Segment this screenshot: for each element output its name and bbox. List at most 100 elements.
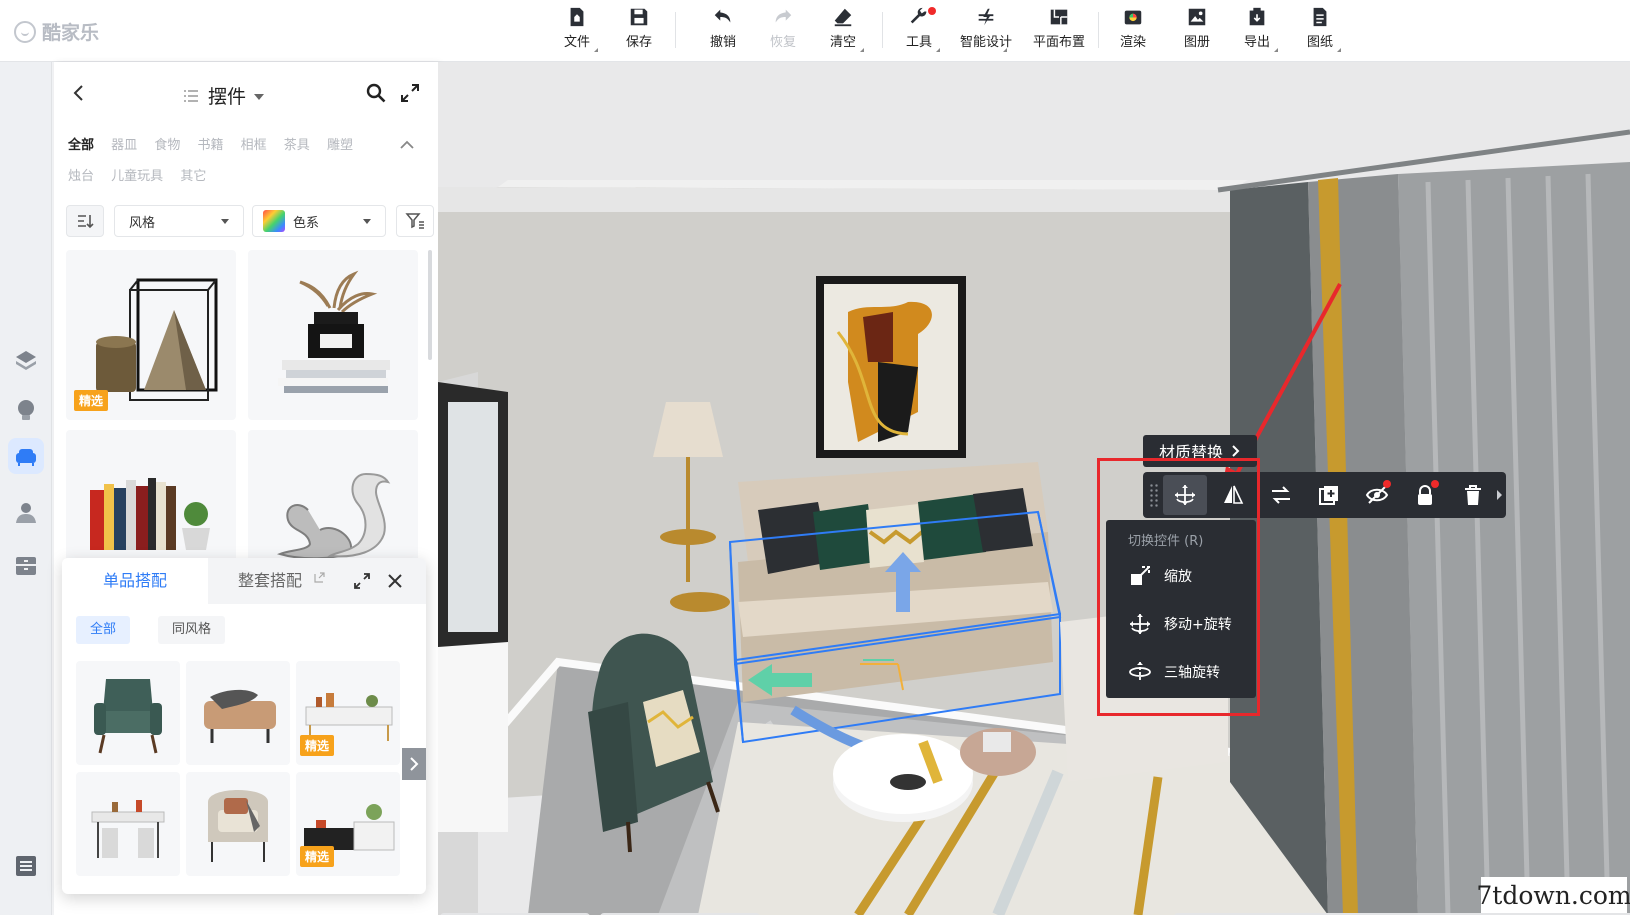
- site-watermark: 7tdown.com: [1476, 877, 1630, 913]
- top-toolbar: 酷家乐 文件 保存 撤销 恢复 清空 工具 智能设计 平面布置 渲染 图册 导出…: [0, 0, 1630, 62]
- mirror-button[interactable]: [1211, 475, 1255, 515]
- tab-single-match[interactable]: 单品搭配: [62, 558, 208, 604]
- smart-design-button[interactable]: 智能设计: [955, 6, 1017, 56]
- export-icon: [1249, 7, 1265, 26]
- match-card[interactable]: [76, 661, 180, 765]
- material-replace-label: 材质替换: [1158, 443, 1223, 462]
- matching-popup: 单品搭配 整套搭配 全部 同风格 精选 精选: [62, 558, 426, 894]
- category-item[interactable]: 雕塑: [327, 130, 353, 161]
- drag-handle-icon[interactable]: [1149, 483, 1159, 507]
- toolbar-separator: [882, 12, 883, 48]
- expand-icon[interactable]: [399, 82, 421, 104]
- lock-button[interactable]: [1403, 475, 1447, 515]
- clear-button[interactable]: 清空: [812, 6, 874, 56]
- category-item[interactable]: 儿童玩具: [111, 161, 163, 192]
- chevron-up-icon[interactable]: [398, 136, 416, 154]
- match-card[interactable]: 精选: [296, 772, 400, 876]
- category-item[interactable]: 相框: [241, 130, 267, 161]
- list-icon: [184, 89, 198, 102]
- chip-all[interactable]: 全部: [76, 616, 131, 644]
- search-icon[interactable]: [365, 82, 387, 104]
- redo-label: 恢复: [769, 35, 796, 50]
- floor-plan-button[interactable]: 平面布置: [1028, 6, 1090, 56]
- bulb-icon: [18, 400, 34, 420]
- rail-item-lighting[interactable]: [8, 392, 44, 428]
- undo-button[interactable]: 撤销: [692, 6, 754, 56]
- duplicate-button[interactable]: [1307, 475, 1351, 515]
- chevron-down-icon: [363, 219, 371, 224]
- color-swatch-icon: [263, 210, 285, 232]
- category-item-all[interactable]: 全部: [68, 130, 94, 161]
- smart-design-more-indicator: [1003, 48, 1007, 52]
- chip-same-style[interactable]: 同风格: [158, 616, 226, 644]
- rail-item-cabinet[interactable]: [8, 548, 44, 584]
- control-option-scale[interactable]: 缩放: [1128, 556, 1258, 596]
- match-card[interactable]: [76, 772, 180, 876]
- close-icon[interactable]: [386, 572, 404, 590]
- save-button[interactable]: 保存: [608, 6, 670, 56]
- replace-button[interactable]: [1259, 475, 1303, 515]
- advanced-filter-button[interactable]: [396, 205, 434, 237]
- match-card[interactable]: [186, 772, 290, 876]
- match-card[interactable]: 精选: [296, 661, 400, 765]
- color-select[interactable]: 色系: [252, 205, 386, 237]
- control-option-three-axis-rotate-label: 三轴旋转: [1164, 665, 1220, 681]
- undo-label: 撤销: [709, 35, 736, 50]
- control-option-move-rotate[interactable]: 移动+旋转: [1128, 604, 1258, 644]
- category-item[interactable]: 烛台: [68, 161, 94, 192]
- rail-item-people[interactable]: [8, 494, 44, 530]
- next-page-button[interactable]: [402, 748, 426, 780]
- match-card[interactable]: [186, 661, 290, 765]
- app-logo[interactable]: 酷家乐: [14, 18, 99, 45]
- expand-icon[interactable]: [353, 572, 371, 590]
- redo-button[interactable]: 恢复: [752, 6, 814, 56]
- style-select[interactable]: 风格: [114, 205, 244, 237]
- render-button[interactable]: 渲染: [1102, 6, 1164, 56]
- rail-item-furniture[interactable]: [8, 438, 44, 474]
- category-item[interactable]: 食物: [154, 130, 180, 161]
- switch-control-button[interactable]: [1163, 475, 1207, 515]
- floor-plan-label: 平面布置: [1032, 35, 1085, 50]
- delete-button[interactable]: [1451, 475, 1495, 515]
- control-option-three-axis-rotate[interactable]: 三轴旋转: [1128, 652, 1258, 692]
- tools-button[interactable]: 工具: [888, 6, 950, 56]
- category-item[interactable]: 其它: [180, 161, 206, 192]
- rail-item-hard-decor[interactable]: [8, 342, 44, 378]
- ottoman-thumbnail: [204, 689, 276, 743]
- control-option-move-rotate-label: 移动+旋转: [1164, 617, 1232, 633]
- control-option-scale-label: 缩放: [1164, 569, 1192, 585]
- logo-text: 酷家乐: [42, 22, 100, 44]
- chevron-right-icon: [410, 757, 419, 771]
- filter-icon: [405, 213, 424, 229]
- duplicate-icon: [1319, 486, 1338, 505]
- category-item[interactable]: 茶具: [284, 130, 310, 161]
- control-switch-menu: 切换控件 (R) 缩放 移动+旋转 三轴旋转: [1106, 520, 1256, 698]
- export-button[interactable]: 导出: [1226, 6, 1288, 56]
- category-item[interactable]: 器皿: [111, 130, 137, 161]
- drawing-icon: [1313, 7, 1327, 27]
- toolbar-separator: [1098, 12, 1099, 48]
- chevron-down-icon: [221, 219, 229, 224]
- mirror-icon: [1224, 485, 1244, 504]
- scrollbar-thumb[interactable]: [428, 250, 432, 360]
- external-link-icon: [314, 572, 325, 583]
- swap-icon: [1272, 486, 1290, 504]
- featured-badge: 精选: [74, 390, 109, 411]
- sort-button[interactable]: [66, 205, 104, 237]
- product-card[interactable]: [248, 250, 418, 420]
- cabinet-icon: [16, 557, 36, 575]
- panel-title-dropdown[interactable]: 摆件: [182, 82, 265, 109]
- file-button[interactable]: 文件: [546, 6, 608, 56]
- hide-button[interactable]: [1355, 475, 1399, 515]
- back-icon[interactable]: [68, 82, 90, 104]
- save-icon: [630, 8, 648, 26]
- three-axis-rotate-icon: [1129, 662, 1151, 682]
- material-replace-button[interactable]: 材质替换: [1143, 435, 1257, 467]
- drawings-button[interactable]: 图纸: [1289, 6, 1351, 56]
- more-options-icon[interactable]: [1497, 490, 1502, 500]
- album-button[interactable]: 图册: [1166, 6, 1228, 56]
- sofa-icon: [16, 449, 36, 466]
- category-item[interactable]: 书籍: [197, 130, 223, 161]
- rail-item-list[interactable]: [8, 848, 44, 884]
- product-card[interactable]: 精选: [66, 250, 236, 420]
